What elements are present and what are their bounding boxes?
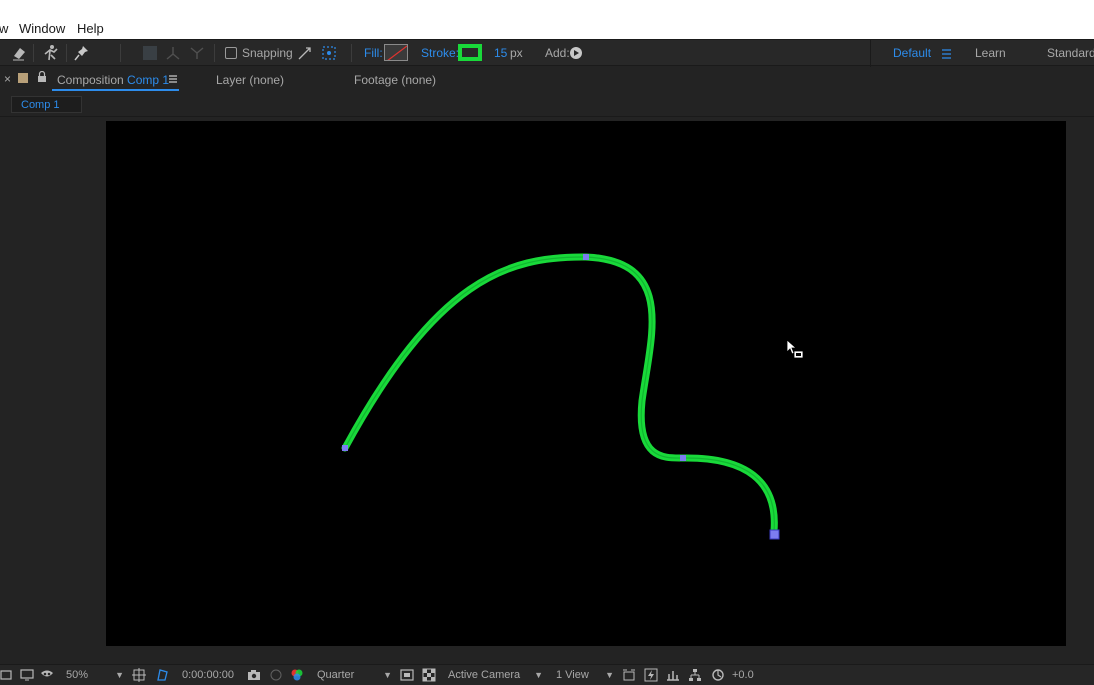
world-axis-tool-icon	[188, 44, 206, 62]
panel-menu-icon[interactable]	[167, 73, 179, 85]
workspace-divider	[870, 40, 871, 67]
snap-features-icon[interactable]	[320, 44, 338, 62]
viewer-controls-bar: 50% ▼ 0:00:00:00 Quarter ▼ Active Camera…	[0, 664, 1094, 685]
toggle-pixel-aspect-icon[interactable]	[622, 668, 636, 682]
menu-help[interactable]: Help	[77, 21, 104, 36]
chevron-down-icon: ▼	[115, 670, 124, 680]
snapping-label: Snapping	[242, 46, 293, 60]
mask-visibility-icon[interactable]	[40, 668, 54, 682]
timeline-icon[interactable]	[666, 668, 680, 682]
lock-icon[interactable]	[36, 71, 48, 83]
path-vertex[interactable]	[680, 455, 686, 461]
stroke-color-swatch[interactable]	[458, 44, 482, 61]
stroke-width-value[interactable]: 15	[494, 46, 507, 60]
eraser-tool-icon[interactable]	[10, 44, 28, 62]
workspace-default[interactable]: Default	[893, 46, 931, 60]
workspace-menu-icon[interactable]	[939, 46, 957, 64]
panel-tab-bar: × Composition Comp 1 Layer (none) Footag…	[0, 67, 1094, 93]
path-vertex[interactable]	[583, 254, 589, 260]
snapshot-camera-icon[interactable]	[247, 668, 261, 682]
tools-panel: Snapping Fill: Stroke: 15 px Add: Defaul…	[0, 39, 1094, 67]
reset-exposure-icon[interactable]	[711, 668, 725, 682]
tab-composition[interactable]: Composition Comp 1	[57, 73, 169, 87]
tab-footage[interactable]: Footage (none)	[354, 73, 436, 87]
roto-brush-tool-icon[interactable]	[42, 44, 60, 62]
shape-layer-svg[interactable]	[106, 121, 1066, 646]
menu-view[interactable]: w	[0, 21, 8, 36]
chevron-down-icon: ▼	[383, 670, 392, 680]
add-property-icon[interactable]	[569, 45, 587, 63]
active-tab-indicator	[52, 89, 179, 91]
show-snapshot-icon[interactable]	[269, 668, 283, 682]
camera-view-dropdown[interactable]: Active Camera ▼	[443, 667, 545, 684]
view-layout-dropdown[interactable]: 1 View ▼	[551, 667, 616, 684]
transparency-grid-icon[interactable]	[422, 668, 436, 682]
monitor-icon[interactable]	[20, 668, 34, 682]
comp-navigator-bar: Comp 1	[0, 93, 1094, 117]
tool-separator	[214, 44, 215, 62]
chevron-down-icon: ▼	[605, 670, 614, 680]
tool-separator	[120, 44, 121, 62]
region-of-interest-icon[interactable]	[400, 668, 414, 682]
current-timecode[interactable]: 0:00:00:00	[182, 669, 234, 681]
resolution-dropdown[interactable]: Quarter ▼	[312, 667, 394, 684]
view-layout-value: 1 View	[556, 669, 589, 681]
resolution-grid-icon[interactable]	[132, 668, 146, 682]
close-panel-icon[interactable]: ×	[4, 72, 11, 86]
tab-composition-prefix: Composition	[57, 73, 124, 87]
tool-separator	[33, 44, 34, 62]
snapping-checkbox[interactable]	[225, 47, 237, 59]
fill-label[interactable]: Fill:	[364, 46, 383, 60]
green-stroke-path[interactable]	[341, 253, 778, 535]
path-centerline	[344, 256, 775, 532]
always-preview-icon[interactable]	[0, 668, 14, 682]
composition-viewer[interactable]	[0, 118, 1094, 664]
color-channels-icon[interactable]	[290, 668, 304, 682]
tab-layer[interactable]: Layer (none)	[216, 73, 284, 87]
fast-previews-icon[interactable]	[644, 668, 658, 682]
menu-window[interactable]: Window	[19, 21, 65, 36]
tool-separator	[66, 44, 67, 62]
mouse-cursor-icon	[786, 339, 804, 359]
path-vertex-selected[interactable]	[769, 529, 780, 540]
magnification-value: 50%	[66, 669, 89, 681]
label-color-swatch	[18, 73, 28, 83]
tool-separator	[351, 44, 352, 62]
menu-bar: w Window Help	[0, 0, 1094, 39]
comp-breadcrumb[interactable]: Comp 1	[11, 96, 82, 113]
puppet-pin-tool-icon[interactable]	[73, 44, 91, 62]
workspace-standard[interactable]: Standard	[1047, 46, 1094, 60]
align-tool-icon	[141, 44, 159, 62]
stroke-label[interactable]: Stroke:	[421, 46, 459, 60]
snap-edge-icon[interactable]	[296, 44, 314, 62]
magnification-dropdown[interactable]: 50% ▼	[62, 667, 126, 684]
stroke-width-unit: px	[510, 46, 523, 60]
tab-composition-name: Comp 1	[127, 73, 170, 87]
resolution-value: Quarter	[317, 669, 355, 681]
axis-tool-icon	[164, 44, 182, 62]
camera-view-value: Active Camera	[448, 669, 521, 681]
chevron-down-icon: ▼	[534, 670, 543, 680]
add-label: Add:	[545, 46, 570, 60]
flowchart-icon[interactable]	[688, 668, 702, 682]
mask-path-toggle-icon[interactable]	[155, 668, 169, 682]
fill-color-swatch[interactable]	[384, 44, 408, 61]
workspace-learn[interactable]: Learn	[975, 46, 1006, 60]
exposure-value[interactable]: +0.0	[732, 669, 754, 681]
path-vertex[interactable]	[342, 445, 348, 451]
comp-canvas[interactable]	[106, 121, 1066, 646]
